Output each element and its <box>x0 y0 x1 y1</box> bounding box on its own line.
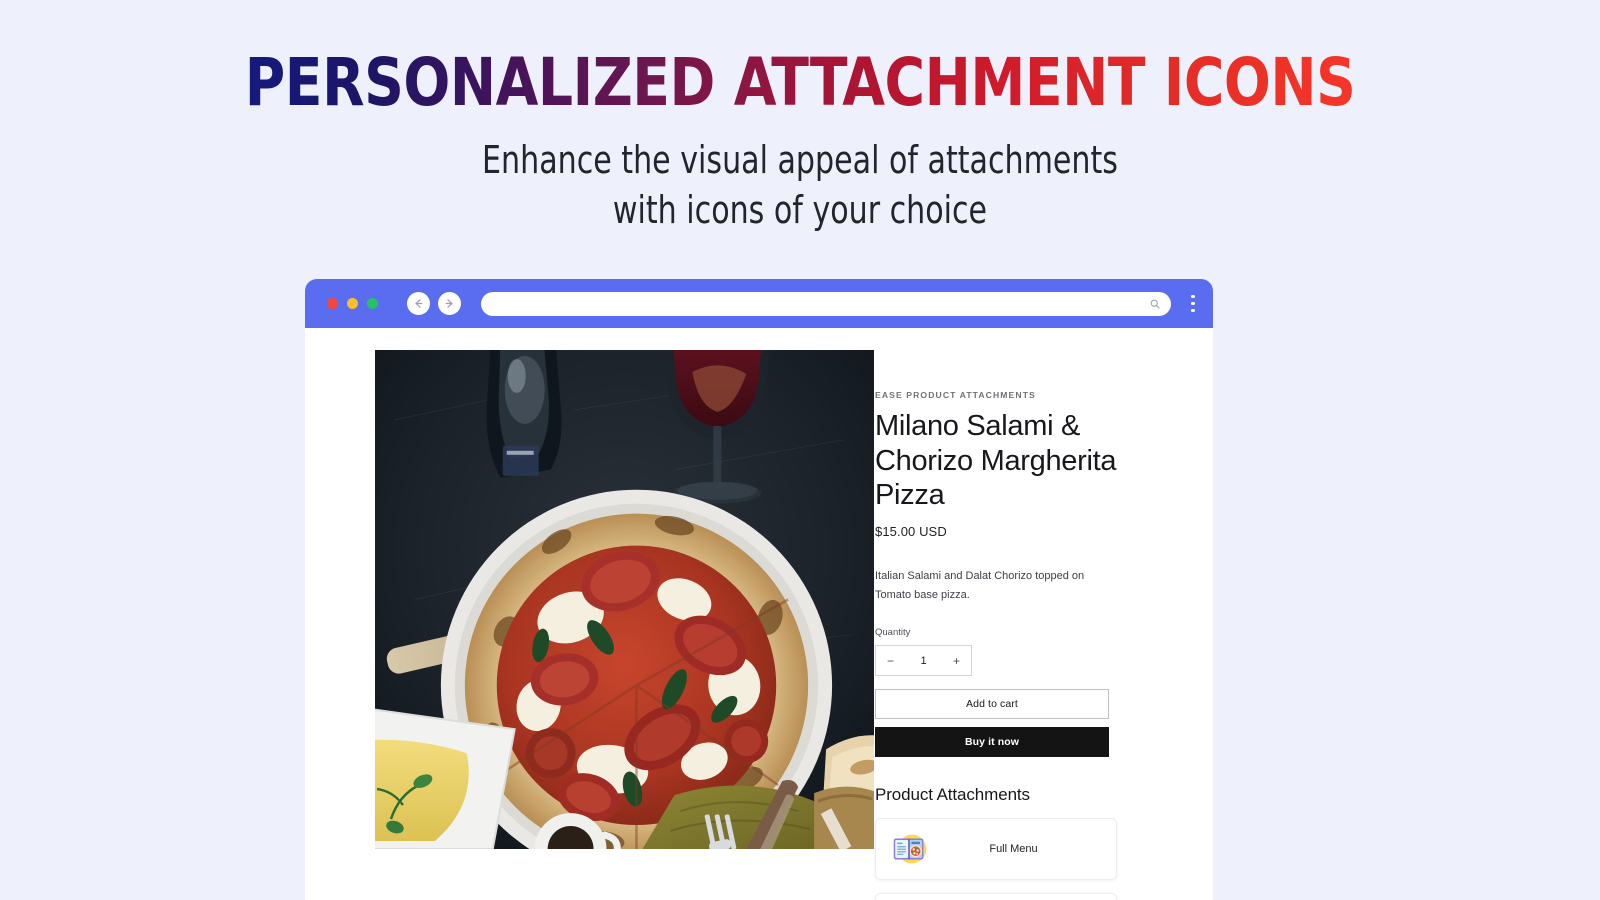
close-window-icon[interactable] <box>327 298 338 309</box>
maximize-window-icon[interactable] <box>367 298 378 309</box>
quantity-stepper[interactable]: − 1 + <box>875 645 972 676</box>
attachment-item-promotions[interactable]: $ Promotions <box>875 893 1117 900</box>
navigation-buttons <box>407 292 461 315</box>
buy-it-now-button[interactable]: Buy it now <box>875 727 1109 757</box>
minimize-window-icon[interactable] <box>347 298 358 309</box>
quantity-label: Quantity <box>875 627 911 638</box>
menu-book-icon <box>887 826 933 872</box>
product-gallery <box>305 350 875 900</box>
kebab-dot <box>1191 308 1195 313</box>
back-button[interactable] <box>407 292 430 315</box>
hero-section: PERSONALIZED ATTACHMENT ICONS Enhance th… <box>0 0 1600 236</box>
product-attachments-heading: Product Attachments <box>875 785 1030 804</box>
browser-menu-icon[interactable] <box>1185 294 1201 313</box>
subtitle-line-2: with icons of your choice <box>612 188 988 233</box>
attachment-item-full-menu[interactable]: Full Menu <box>875 818 1117 880</box>
page-content: EASE PRODUCT ATTACHMENTS Milano Salami &… <box>305 328 1213 900</box>
product-image[interactable] <box>375 350 874 849</box>
product-details: EASE PRODUCT ATTACHMENTS Milano Salami &… <box>875 350 1175 900</box>
add-to-cart-button[interactable]: Add to cart <box>875 689 1109 719</box>
kebab-dot <box>1191 294 1195 299</box>
window-controls <box>327 298 378 309</box>
product-price: $15.00 USD <box>875 523 947 539</box>
product-description: Italian Salami and Dalat Chorizo topped … <box>875 569 1085 601</box>
quantity-value[interactable]: 1 <box>920 655 926 667</box>
kebab-dot <box>1191 301 1195 306</box>
search-icon <box>1149 298 1161 310</box>
page-title: PERSONALIZED ATTACHMENT ICONS <box>244 44 1356 121</box>
product-vendor: EASE PRODUCT ATTACHMENTS <box>875 390 1036 400</box>
address-bar[interactable] <box>481 291 1171 316</box>
browser-mockup: EASE PRODUCT ATTACHMENTS Milano Salami &… <box>305 279 1213 900</box>
attachment-label: Full Menu <box>989 843 1038 855</box>
page-subtitle: Enhance the visual appeal of attachments… <box>96 135 1504 235</box>
browser-toolbar <box>305 279 1213 328</box>
quantity-increment-button[interactable]: + <box>953 655 960 667</box>
forward-button[interactable] <box>438 292 461 315</box>
quantity-decrement-button[interactable]: − <box>887 655 894 667</box>
subtitle-line-1: Enhance the visual appeal of attachments <box>482 138 1118 183</box>
product-title: Milano Salami & Chorizo Margherita Pizza <box>875 410 1117 511</box>
